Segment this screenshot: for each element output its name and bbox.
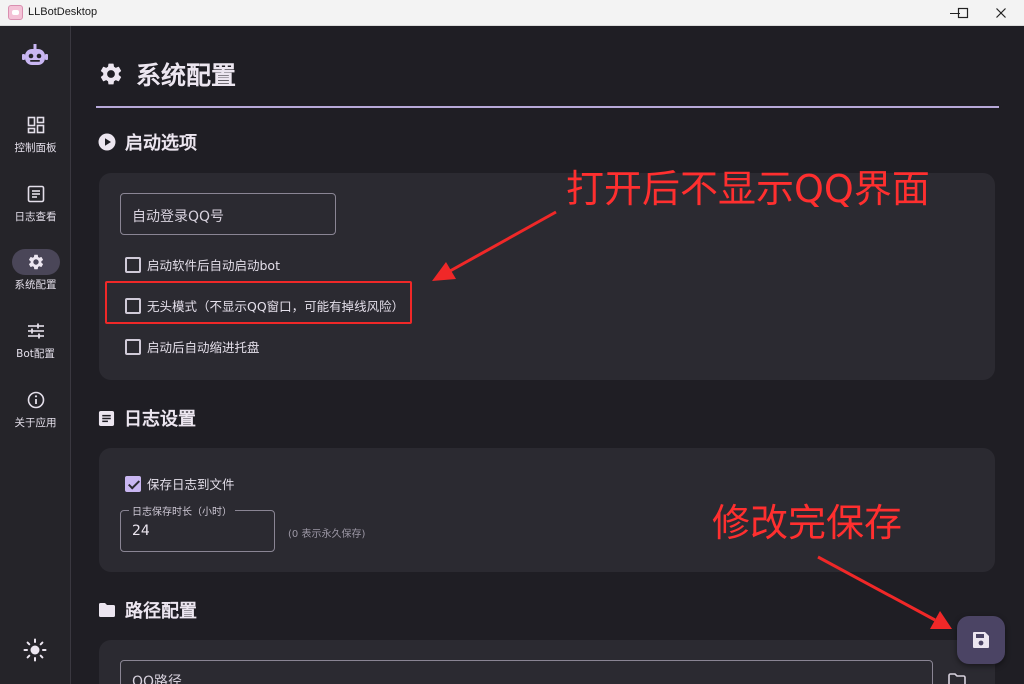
option-label: 保存日志到文件	[147, 477, 235, 492]
window-titlebar: LLBotDesktop	[0, 0, 1024, 26]
close-button[interactable]	[978, 0, 1024, 26]
page-title-text: 系统配置	[136, 61, 237, 90]
retention-label: 日志保存时长（小时）	[129, 503, 235, 518]
sidebar-pill-active	[11, 249, 60, 275]
sidebar-item-dashboard[interactable]: 控制面板	[0, 112, 71, 168]
option-minimize-to-tray[interactable]: 启动后自动缩进托盘	[125, 337, 260, 356]
auto-start-bot-checkbox[interactable]	[125, 256, 141, 273]
sidebar-pill	[12, 318, 60, 344]
sidebar-pill	[12, 181, 60, 207]
sidebar-item-label: 控制面板	[14, 142, 57, 154]
sidebar: 控制面板 日志查看 系统配置 Bot配置 关于应用	[0, 26, 71, 684]
annotation-headless-note: 打开后不显示QQ界面	[566, 167, 930, 211]
section-title: 路径配置	[125, 601, 197, 622]
option-label: 启动后自动缩进托盘	[147, 340, 260, 355]
gear-icon	[100, 63, 122, 85]
folder-icon[interactable]	[948, 673, 966, 684]
section-title: 启动选项	[125, 133, 197, 154]
gear-icon	[28, 254, 43, 270]
option-label: 启动软件后自动启动bot	[147, 258, 280, 273]
maximize-icon	[957, 7, 969, 19]
section-title: 日志设置	[124, 409, 196, 430]
main-content: 系统配置 启动选项 自动登录QQ号 启动软件后自动启动bot 无头模式（不显示Q…	[72, 26, 1024, 684]
minimize-to-tray-checkbox[interactable]	[125, 338, 141, 355]
window-title: LLBotDesktop	[28, 6, 98, 18]
log-retention-input[interactable]: 日志保存时长（小时） 24	[120, 503, 275, 552]
sidebar-item-label: Bot配置	[16, 348, 55, 360]
paths-card: QQ路径	[99, 640, 995, 684]
sidebar-item-label: 关于应用	[14, 417, 57, 429]
title-divider	[96, 106, 999, 108]
sidebar-item-logs[interactable]: 日志查看	[0, 181, 71, 237]
robot-icon	[22, 44, 48, 65]
qq-path-input[interactable]: QQ路径	[120, 660, 933, 684]
annotation-save-note: 修改完保存	[712, 501, 903, 545]
save-button[interactable]	[957, 616, 1005, 664]
sidebar-pill	[12, 112, 60, 138]
sun-icon[interactable]	[23, 638, 47, 662]
play-circle-icon	[98, 133, 116, 151]
qq-path-label: QQ路径	[132, 674, 183, 684]
auto-login-qq-input[interactable]: 自动登录QQ号	[120, 193, 336, 235]
option-auto-start-bot[interactable]: 启动软件后自动启动bot	[125, 255, 280, 274]
sidebar-item-bot-config[interactable]: Bot配置	[0, 318, 71, 374]
sidebar-item-label: 系统配置	[14, 279, 57, 291]
retention-value: 24	[132, 523, 150, 539]
log-icon	[98, 410, 115, 426]
save-log-checkbox[interactable]	[125, 475, 141, 492]
option-save-log-to-file[interactable]: 保存日志到文件	[125, 474, 235, 493]
sidebar-item-system-config[interactable]: 系统配置	[0, 249, 71, 305]
sidebar-item-label: 日志查看	[14, 211, 57, 223]
sliders-icon	[27, 323, 44, 339]
folder-icon	[99, 603, 115, 617]
section-startup-heading: 启动选项	[98, 129, 197, 155]
auto-login-placeholder: 自动登录QQ号	[132, 209, 225, 225]
sidebar-item-about[interactable]: 关于应用	[0, 387, 71, 443]
close-icon	[996, 8, 1006, 18]
retention-hint: (0 表示永久保存)	[288, 529, 366, 540]
dashboard-icon	[27, 116, 44, 134]
sidebar-pill	[12, 387, 60, 413]
save-icon	[973, 632, 989, 648]
page-title: 系统配置	[98, 56, 236, 92]
log-icon	[27, 185, 44, 203]
info-icon	[27, 391, 44, 409]
section-paths-heading: 路径配置	[98, 597, 197, 623]
section-log-heading: 日志设置	[98, 405, 196, 431]
annotation-highlight-box	[105, 281, 412, 324]
app-icon	[8, 5, 23, 20]
